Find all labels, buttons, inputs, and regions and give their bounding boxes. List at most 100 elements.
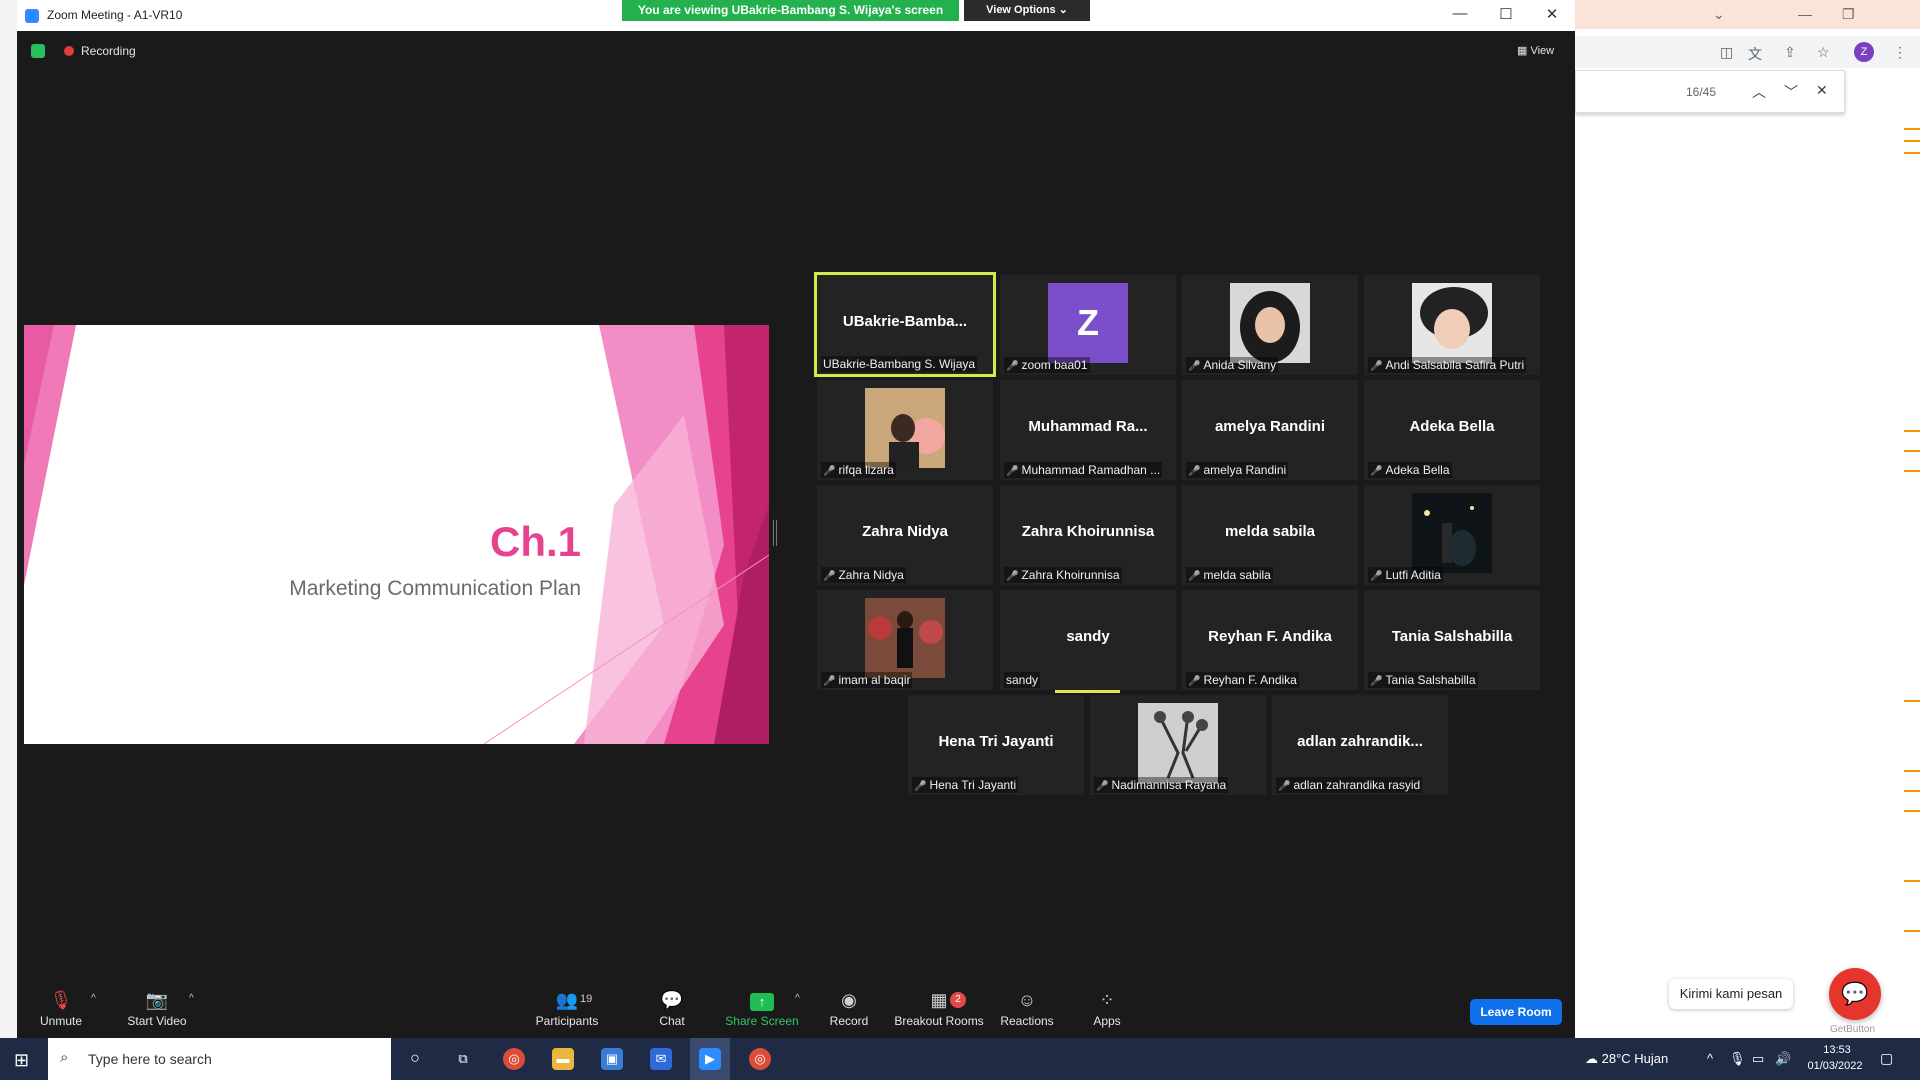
find-next-icon[interactable]: ﹀	[1784, 82, 1798, 102]
view-label: View	[1530, 45, 1555, 57]
chrome-icon[interactable]: ◎	[503, 1048, 525, 1070]
muted-mic-icon: 🎤	[1188, 676, 1201, 687]
participant-name: sandy	[1066, 628, 1110, 645]
participant-tile[interactable]: adlan zahrandik... 🎤 adlan zahrandika ras…	[1272, 695, 1448, 795]
participant-tile[interactable]: melda sabila 🎤 melda sabila	[1182, 485, 1358, 585]
split-view-handle[interactable]	[773, 520, 777, 546]
task-view-icon[interactable]: ⧉	[452, 1048, 474, 1070]
participant-tile[interactable]: Adeka Bella 🎤 Adeka Bella	[1364, 380, 1540, 480]
search-placeholder: Type here to search	[88, 1051, 212, 1067]
video-options-caret[interactable]: ^	[189, 993, 194, 1004]
participant-name: melda sabila	[1224, 523, 1316, 540]
menu-dots-icon[interactable]: ⋮	[1893, 44, 1907, 61]
slide-title: Ch.1	[489, 518, 581, 565]
audio-options-caret[interactable]: ^	[91, 993, 96, 1004]
taskbar-search-box[interactable]: ⌕ Type here to search	[48, 1038, 391, 1080]
share-screen-label: Share Screen	[725, 1014, 799, 1028]
participant-label: 🎤 adlan zahrandika rasyid	[1276, 777, 1423, 793]
mail-icon[interactable]: ✉	[650, 1048, 672, 1070]
minimize-icon[interactable]: —	[1798, 6, 1812, 22]
scrollbar-match-marker	[1904, 450, 1920, 452]
cortana-icon[interactable]: ○	[404, 1048, 426, 1070]
participant-tile[interactable]: UBakrie-Bamba... UBakrie-Bambang S. Wija…	[814, 272, 996, 377]
muted-mic-icon: 🎤	[823, 676, 836, 687]
participant-label: 🎤 melda sabila	[1186, 567, 1273, 583]
participant-tile[interactable]: Zahra Nidya 🎤 Zahra Nidya	[817, 485, 993, 585]
participant-tile[interactable]: 🎤 Lutfi Aditia	[1364, 485, 1540, 585]
zoom-taskbar-item[interactable]: ▶	[690, 1038, 730, 1080]
clock-date[interactable]: 01/03/2022	[1800, 1060, 1870, 1072]
record-button[interactable]: ◉ Record	[825, 989, 873, 1028]
muted-mic-icon: 🎤	[1278, 781, 1291, 792]
share-icon[interactable]: ⇪	[1784, 44, 1796, 61]
cloud-icon: ☁	[1585, 1051, 1602, 1066]
weather-widget[interactable]: ☁ 28°C Hujan	[1585, 1051, 1668, 1067]
scrollbar-match-marker	[1904, 790, 1920, 792]
close-icon[interactable]: ✕	[1542, 5, 1562, 23]
share-options-caret[interactable]: ^	[795, 993, 800, 1004]
chevron-down-icon[interactable]: ⌄	[1713, 6, 1725, 23]
windows-start-icon[interactable]: ⊞	[14, 1050, 29, 1071]
search-icon: ⌕	[60, 1049, 69, 1066]
leave-room-button[interactable]: Leave Room	[1470, 999, 1562, 1025]
scrollbar-match-marker	[1904, 770, 1920, 772]
apps-button[interactable]: ⁘ Apps	[1087, 989, 1127, 1028]
participant-name: Muhammad Ra...	[1028, 418, 1148, 435]
zoom-meeting-window: Zoom Meeting - A1-VR10 You are viewing U…	[17, 0, 1575, 1038]
star-icon[interactable]: ☆	[1817, 44, 1830, 61]
profile-avatar[interactable]: Z	[1854, 42, 1874, 62]
encryption-shield-icon[interactable]	[31, 44, 45, 58]
apps-icon: ⁘	[1099, 990, 1115, 1010]
translate-icon[interactable]: 文	[1748, 44, 1762, 64]
unmute-button[interactable]: 🎙 Unmute	[37, 989, 85, 1028]
muted-mic-icon: 🎤	[823, 571, 836, 582]
chrome-profile-icon[interactable]: ◎	[749, 1048, 771, 1070]
participant-tile[interactable]: amelya Randini 🎤 amelya Randini	[1182, 380, 1358, 480]
store-icon[interactable]: ▣	[601, 1048, 623, 1070]
participant-tile[interactable]: 🎤 imam al baqir	[817, 590, 993, 690]
maximize-icon[interactable]: ☐	[1496, 5, 1516, 23]
find-close-icon[interactable]: ✕	[1816, 82, 1828, 99]
participant-tile[interactable]: Zahra Khoirunnisa 🎤 Zahra Khoirunnisa	[1000, 485, 1176, 585]
microphone-icon[interactable]: 🎙	[1729, 1051, 1746, 1067]
clock-time[interactable]: 13:53	[1812, 1044, 1862, 1056]
view-options-button[interactable]: View Options ⌄	[964, 0, 1090, 21]
chat-icon: 💬	[660, 990, 684, 1010]
participant-tile[interactable]: Reyhan F. Andika 🎤 Reyhan F. Andika	[1182, 590, 1358, 690]
zoom-logo-icon	[25, 9, 39, 23]
notifications-icon[interactable]: ▢	[1880, 1050, 1893, 1067]
minimize-icon[interactable]: —	[1450, 5, 1470, 22]
recording-label[interactable]: Recording	[81, 44, 136, 58]
participant-photo	[865, 598, 945, 678]
restore-icon[interactable]: ❐	[1842, 6, 1855, 23]
participant-tile[interactable]: 🎤 Anida Silvany	[1182, 275, 1358, 375]
share-screen-button[interactable]: ↑ Share Screen	[722, 989, 802, 1028]
participant-tile[interactable]: 🎤 Andi Salsabila Safira Putri	[1364, 275, 1540, 375]
view-button[interactable]: ▦ View	[1517, 44, 1554, 57]
breakout-rooms-button[interactable]: ▦ Breakout Rooms	[894, 989, 984, 1028]
speaking-indicator	[1055, 690, 1120, 693]
chat-widget-button[interactable]: 💬	[1829, 968, 1881, 1020]
network-icon[interactable]: ▭	[1752, 1051, 1764, 1067]
chat-prompt-bubble[interactable]: Kirimi kami pesan	[1669, 979, 1793, 1009]
participant-tile[interactable]: sandy sandy	[1000, 590, 1176, 693]
file-explorer-icon[interactable]: ▬	[552, 1048, 574, 1070]
participant-tile[interactable]: Z 🎤 zoom baa01	[1000, 275, 1176, 375]
participant-name: amelya Randini	[1214, 418, 1326, 435]
lens-icon[interactable]: ◫	[1720, 44, 1733, 61]
volume-icon[interactable]: 🔊	[1775, 1051, 1791, 1067]
participant-label: 🎤 Muhammad Ramadhan ...	[1004, 462, 1163, 478]
participant-tile[interactable]: 🎤 rifqa lizara	[817, 380, 993, 480]
tray-chevron-icon[interactable]: ^	[1707, 1051, 1713, 1066]
participant-label: 🎤 rifqa lizara	[821, 462, 896, 478]
participant-tile[interactable]: Hena Tri Jayanti 🎤 Hena Tri Jayanti	[908, 695, 1084, 795]
participant-tile[interactable]: 🎤 Nadimannisa Rayana	[1090, 695, 1266, 795]
participant-tile[interactable]: Tania Salshabilla 🎤 Tania Salshabilla	[1364, 590, 1540, 690]
chat-button[interactable]: 💬 Chat	[652, 989, 692, 1028]
reactions-button[interactable]: ☺ Reactions	[997, 989, 1057, 1028]
participant-label: 🎤 Hena Tri Jayanti	[912, 777, 1019, 793]
find-previous-icon[interactable]: ︿	[1752, 82, 1766, 102]
participant-tile[interactable]: Muhammad Ra... 🎤 Muhammad Ramadhan ...	[1000, 380, 1176, 480]
participant-label: UBakrie-Bambang S. Wijaya	[821, 356, 978, 372]
start-video-button[interactable]: 📷 Start Video	[122, 989, 192, 1028]
